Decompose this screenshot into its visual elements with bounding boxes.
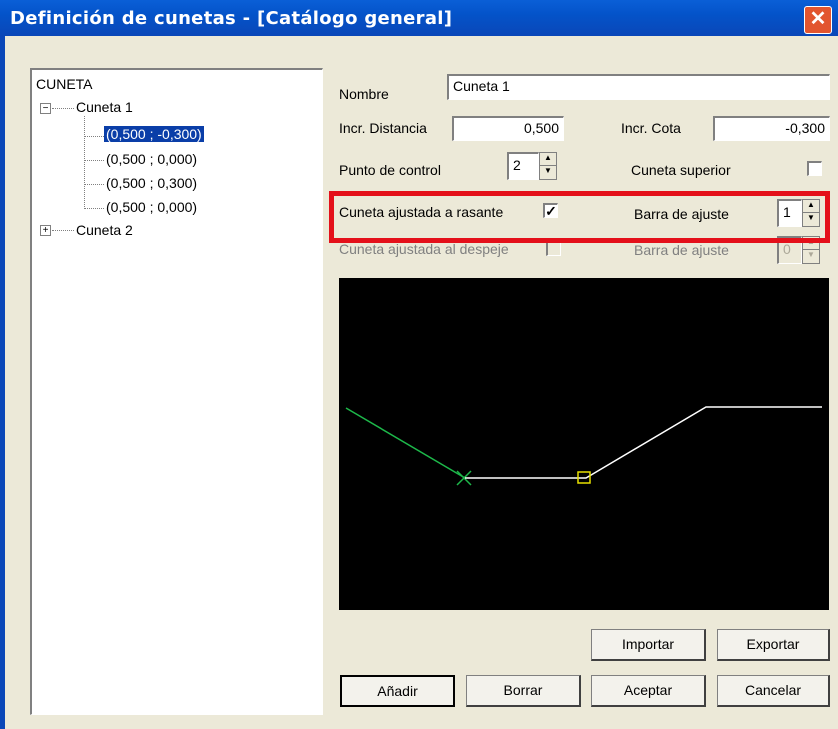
tree-item-point-3[interactable]: (0,500 ; 0,300) bbox=[106, 175, 197, 191]
borrar-button[interactable]: Borrar bbox=[466, 675, 581, 707]
profile-canvas bbox=[345, 406, 822, 486]
incr-cota-label: Incr. Cota bbox=[621, 120, 681, 136]
cancelar-button[interactable]: Cancelar bbox=[717, 675, 830, 707]
tree-item-point-4[interactable]: (0,500 ; 0,000) bbox=[106, 199, 197, 215]
cuneta-superior-checkbox[interactable] bbox=[807, 161, 822, 176]
barra-ajuste-2-label: Barra de ajuste bbox=[634, 242, 729, 258]
cuneta-superior-label: Cuneta superior bbox=[631, 162, 731, 178]
profile-white-line bbox=[465, 406, 822, 479]
profile-green-segment bbox=[345, 407, 466, 479]
incr-distancia-label: Incr. Distancia bbox=[339, 120, 427, 136]
nombre-label: Nombre bbox=[339, 86, 389, 102]
close-button[interactable]: ✕ bbox=[804, 6, 832, 34]
dialog-window: Definición de cunetas - [Catálogo genera… bbox=[0, 0, 838, 729]
tree-item-point-1[interactable]: (0,500 ; -0,300) bbox=[104, 126, 204, 142]
profile-preview bbox=[339, 278, 829, 610]
tree-item-point-2[interactable]: (0,500 ; 0,000) bbox=[106, 151, 197, 167]
ajustada-despeje-label: Cuneta ajustada al despeje bbox=[339, 241, 509, 257]
spin-down-icon[interactable]: ▼ bbox=[540, 166, 556, 179]
importar-button[interactable]: Importar bbox=[591, 629, 706, 661]
window-title: Definición de cunetas - [Catálogo genera… bbox=[10, 8, 453, 29]
cuneta-tree[interactable]: CUNETA − Cuneta 1 (0,500 ; -0,300) (0,50… bbox=[30, 68, 323, 715]
punto-control-spinner[interactable]: ▲ ▼ bbox=[539, 152, 557, 180]
tree-item-cuneta-2[interactable]: Cuneta 2 bbox=[76, 222, 133, 238]
highlight-box bbox=[329, 191, 830, 243]
window-border bbox=[0, 36, 5, 729]
expand-icon[interactable]: + bbox=[40, 225, 51, 236]
title-bar[interactable]: Definición de cunetas - [Catálogo genera… bbox=[0, 0, 838, 36]
ajustada-despeje-checkbox[interactable] bbox=[546, 241, 561, 256]
exportar-button[interactable]: Exportar bbox=[717, 629, 830, 661]
spin-down-icon[interactable]: ▼ bbox=[803, 250, 819, 263]
tree-root-label: CUNETA bbox=[36, 76, 93, 92]
aceptar-button[interactable]: Aceptar bbox=[591, 675, 706, 707]
punto-control-input[interactable]: 2 bbox=[507, 152, 539, 180]
incr-cota-input[interactable]: -0,300 bbox=[713, 116, 830, 141]
anadir-button[interactable]: Añadir bbox=[340, 675, 455, 707]
collapse-icon[interactable]: − bbox=[40, 103, 51, 114]
punto-control-label: Punto de control bbox=[339, 162, 441, 178]
close-icon: ✕ bbox=[809, 8, 827, 30]
tree-item-cuneta-1[interactable]: Cuneta 1 bbox=[76, 99, 133, 115]
incr-distancia-input[interactable]: 0,500 bbox=[452, 116, 564, 141]
spin-up-icon[interactable]: ▲ bbox=[540, 153, 556, 166]
nombre-input[interactable]: Cuneta 1 bbox=[447, 74, 830, 100]
